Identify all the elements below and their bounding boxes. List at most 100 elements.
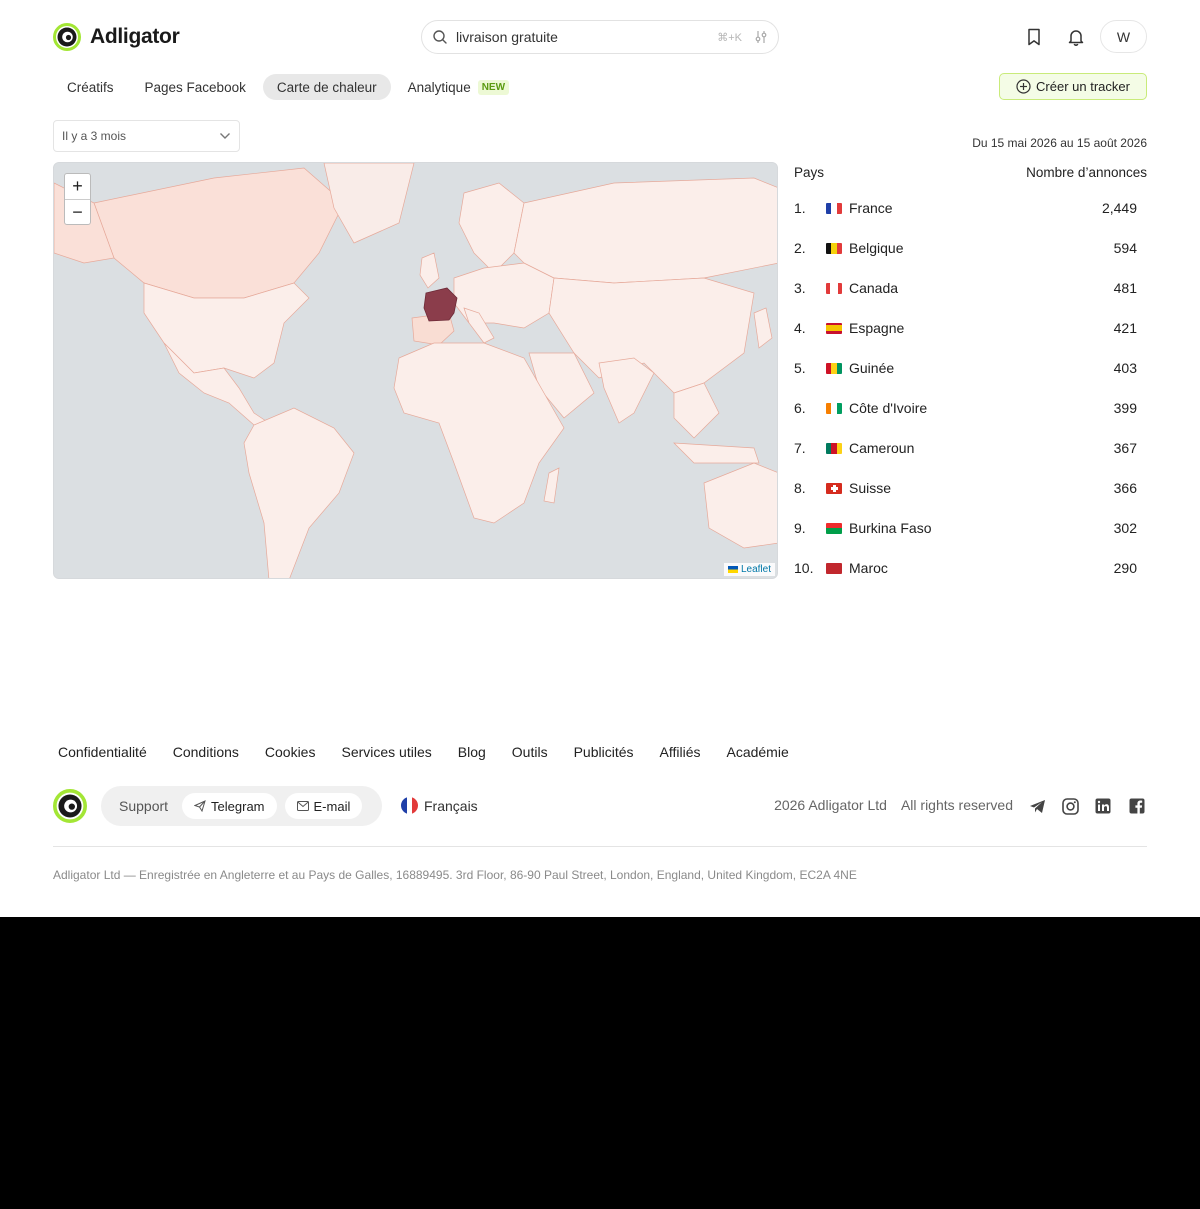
footer-link-publicites[interactable]: Publicités <box>574 744 634 760</box>
copyright-text: 2026 Adligator Ltd <box>774 797 887 813</box>
row-rank: 7. <box>794 440 806 456</box>
search-input[interactable] <box>456 29 718 45</box>
row-rank: 1. <box>794 200 806 216</box>
tab-creatifs[interactable]: Créatifs <box>53 74 128 100</box>
country-name: Belgique <box>849 240 904 256</box>
footer-link-affilies[interactable]: Affiliés <box>660 744 701 760</box>
country-flag-icon <box>826 442 842 454</box>
rights-text: All rights reserved <box>900 797 1013 813</box>
legal-notice: Adligator Ltd — Enregistrée en Angleterr… <box>53 868 857 882</box>
brand-logo[interactable]: Adligator <box>53 22 180 52</box>
country-name: Maroc <box>849 560 888 576</box>
tab-carte-de-chaleur[interactable]: Carte de chaleur <box>262 74 391 100</box>
ad-count: 421 <box>1113 320 1137 336</box>
row-rank: 3. <box>794 280 806 296</box>
table-row[interactable]: 8. Suisse 366 <box>794 478 1147 498</box>
footer-link-blog[interactable]: Blog <box>458 744 486 760</box>
footer-link-conditions[interactable]: Conditions <box>173 744 239 760</box>
country-name: Burkina Faso <box>849 520 932 536</box>
country-name: Guinée <box>849 360 895 376</box>
country-name: Canada <box>849 280 899 296</box>
row-rank: 4. <box>794 320 806 336</box>
row-rank: 10. <box>794 560 814 576</box>
country-name: France <box>849 200 893 216</box>
bookmark-icon[interactable] <box>1022 25 1046 49</box>
language-selector[interactable]: Français <box>401 797 478 814</box>
heatmap-map[interactable]: + − Leaflet <box>53 162 778 579</box>
country-flag-icon <box>826 362 842 374</box>
search-icon <box>433 30 447 44</box>
new-badge: NEW <box>477 79 510 95</box>
row-rank: 9. <box>794 520 806 536</box>
country-flag-icon <box>826 282 842 294</box>
ad-count: 399 <box>1113 400 1137 416</box>
tab-pages-facebook[interactable]: Pages Facebook <box>131 74 260 100</box>
france-flag-icon <box>401 797 418 814</box>
plus-circle-icon <box>1016 79 1031 94</box>
table-row[interactable]: 7. Cameroun 367 <box>794 438 1147 458</box>
support-label: Support <box>119 798 169 814</box>
footer-link-cookies[interactable]: Cookies <box>265 744 316 760</box>
table-row[interactable]: 4. Espagne 421 <box>794 318 1147 338</box>
filter-sliders-icon[interactable] <box>754 30 768 44</box>
envelope-icon <box>296 801 309 811</box>
ukraine-flag-icon <box>727 566 738 573</box>
footer-link-confidentialite[interactable]: Confidentialité <box>58 744 147 760</box>
table-row[interactable]: 1. France 2,449 <box>794 198 1147 218</box>
country-table: Pays Nombre d’annonces 1. France 2,449 2. Be… <box>794 162 1147 577</box>
search-bar[interactable]: ⌘+K <box>421 20 779 54</box>
table-row[interactable]: 9. Burkina Faso 302 <box>794 518 1147 538</box>
tab-analytique[interactable]: Analytique NEW <box>394 74 523 100</box>
country-flag-icon <box>826 202 842 214</box>
column-count: Nombre d’annonces <box>1026 164 1147 180</box>
chevron-down-icon <box>220 133 230 139</box>
brand-name: Adligator <box>90 25 180 48</box>
table-row[interactable]: 3. Canada 481 <box>794 278 1147 298</box>
email-button[interactable]: E-mail <box>284 793 363 819</box>
row-rank: 6. <box>794 400 806 416</box>
zoom-control: + − <box>64 173 91 225</box>
footer-logo-eye-icon[interactable] <box>53 789 87 823</box>
land-france <box>423 287 458 322</box>
instagram-icon[interactable] <box>1060 796 1080 816</box>
country-flag-icon <box>826 482 842 494</box>
bell-icon[interactable] <box>1064 25 1088 49</box>
zoom-out-button[interactable]: − <box>65 199 90 224</box>
telegram-icon[interactable] <box>1027 796 1047 816</box>
leaflet-attribution[interactable]: Leaflet <box>723 563 775 576</box>
table-row[interactable]: 10. Maroc 290 <box>794 558 1147 578</box>
row-rank: 8. <box>794 480 806 496</box>
country-name: Côte d'Ivoire <box>849 400 928 416</box>
country-name: Cameroun <box>849 440 915 456</box>
telegram-button[interactable]: Telegram <box>182 793 277 819</box>
ad-count: 403 <box>1113 360 1137 376</box>
ad-count: 302 <box>1113 520 1137 536</box>
ad-count: 594 <box>1113 240 1137 256</box>
footer-link-outils[interactable]: Outils <box>512 744 548 760</box>
footer-divider <box>53 846 1147 847</box>
table-header: Pays Nombre d’annonces <box>794 162 1147 182</box>
date-range: Du 15 mai 2026 au 15 août 2026 <box>972 136 1147 150</box>
table-row[interactable]: 5. Guinée 403 <box>794 358 1147 378</box>
user-avatar[interactable]: W <box>1100 20 1147 53</box>
footer-links: Confidentialité Conditions Cookies Servi… <box>58 744 815 760</box>
period-select[interactable]: Il y a 3 mois <box>53 120 240 152</box>
ad-count: 2,449 <box>1101 200 1137 216</box>
ad-count: 481 <box>1113 280 1137 296</box>
create-tracker-button[interactable]: Créer un tracker <box>999 73 1147 100</box>
row-rank: 5. <box>794 360 806 376</box>
country-name: Suisse <box>849 480 892 496</box>
facebook-icon[interactable] <box>1127 796 1147 816</box>
table-row[interactable]: 2. Belgique 594 <box>794 238 1147 258</box>
zoom-in-button[interactable]: + <box>65 174 90 199</box>
page: Adligator ⌘+K W Créatifs Pages Facebook … <box>0 0 1200 917</box>
country-flag-icon <box>826 322 842 334</box>
logo-eye-icon <box>53 23 81 51</box>
support-box: Support Telegram E-mail <box>101 786 382 826</box>
linkedin-icon[interactable] <box>1093 796 1113 816</box>
ad-count: 366 <box>1113 480 1137 496</box>
table-row[interactable]: 6. Côte d'Ivoire 399 <box>794 398 1147 418</box>
world-map[interactable] <box>54 163 778 579</box>
footer-link-services-utiles[interactable]: Services utiles <box>341 744 431 760</box>
footer-link-academie[interactable]: Académie <box>726 744 788 760</box>
